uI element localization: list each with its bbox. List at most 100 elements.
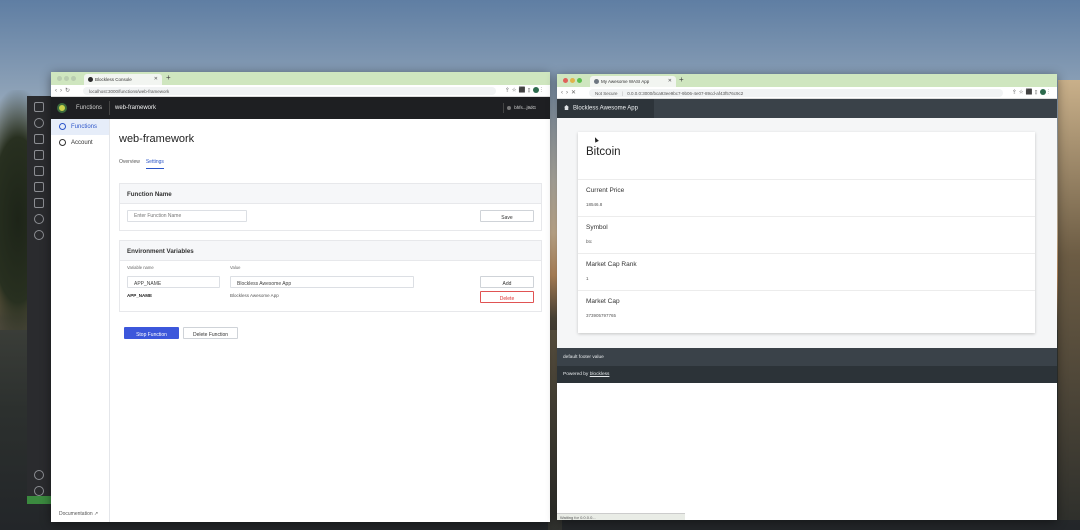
search-icon[interactable] [34,118,44,128]
browser-toolbar: ‹›↻ localhost:3000/functions/web-framewo… [51,85,550,97]
env-row-name: APP_NAME [127,293,153,298]
app-footer: default footer value [557,348,1057,366]
tab-overview[interactable]: Overview [119,159,140,168]
functions-icon [59,123,66,130]
page-title: web-framework [119,133,195,145]
browser-tab[interactable]: My Awesome WASI App ✕ [590,76,676,87]
stop-function-button[interactable]: Stop Function [124,327,179,339]
sidebar-item-label: Functions [71,124,98,130]
blockless-favicon-icon [88,77,93,82]
accounts-icon[interactable] [34,470,44,480]
list-item: Market Cap Rank 1 [578,253,1035,290]
app-brand[interactable]: Blockless Awesome App [557,99,654,118]
minimize-window-icon[interactable] [64,76,69,81]
remote-explorer-icon[interactable] [34,166,44,176]
account-icon [59,139,66,146]
delete-variable-button[interactable]: Delete [480,291,534,303]
coin-heading: Bitcoin [586,146,621,158]
window-controls [57,76,78,82]
background-sunset-edge [1058,80,1080,520]
sidebar-item-account[interactable]: Account [51,135,109,151]
app-navbar: Blockless Awesome App [557,99,1057,118]
browser-status-bar: Waiting for 0.0.0.0... [557,513,685,520]
vscode-activity-bar [27,96,51,504]
browser-extension-icons[interactable]: ⇪☆⬛▯ ⋮ [505,87,546,93]
address-url: localhost:3000/functions/web-framework [89,89,170,94]
zoom-window-icon[interactable] [577,78,582,83]
address-separator: | [621,91,623,96]
close-tab-icon[interactable]: ✕ [154,76,158,82]
browser-tab[interactable]: Blockless Console ✕ [84,74,162,85]
browser-tab-title: My Awesome WASI App [601,79,650,84]
vscode-status-bar [27,496,51,504]
mongodb-icon[interactable] [34,214,44,224]
function-name-input[interactable] [127,210,247,222]
header-nav-functions[interactable]: Functions [76,105,102,111]
sidebar-item-functions[interactable]: Functions [51,119,109,135]
browser-window-console: Blockless Console ✕ + ‹›↻ localhost:3000… [51,72,550,522]
sidebar-item-label: Account [71,140,93,146]
header-nav-project[interactable]: web-framework [115,105,156,111]
field-value: btc [586,239,593,244]
environment-variables-heading: Environment Variables [120,241,541,261]
blockless-logo-icon[interactable] [57,103,67,113]
header-divider [109,101,110,115]
new-tab-icon[interactable]: + [166,73,171,82]
field-label: Current Price [586,187,625,194]
user-wallet-button[interactable]: bhfs...j9dG [503,103,542,113]
close-window-icon[interactable] [563,78,568,83]
field-label: Market Cap [586,298,620,305]
variable-name-input[interactable]: APP_NAME [127,276,220,288]
variable-value-input[interactable]: Blockless Awesome App [230,276,414,288]
value-label: Value [230,265,241,270]
window-controls [563,78,584,84]
address-bar[interactable]: Not Secure | 0.0.0.0:3000/bca93ee9bc7-9b… [589,89,1003,97]
browser-extension-icons[interactable]: ⇪☆⬛▯ ⋮ [1012,89,1053,95]
console-sidebar: Functions Account Documentation ↗ [51,119,110,522]
list-item: Market Cap 373905797765 [578,290,1035,327]
zoom-window-icon[interactable] [71,76,76,81]
powered-by-text: Powered by [563,372,589,377]
console-header: Functions web-framework bhfs...j9dG [51,97,550,119]
function-name-heading: Function Name [120,184,541,204]
field-value: 18546.8 [586,202,603,207]
profile-avatar[interactable] [1039,89,1046,95]
blockless-link[interactable]: blockless [590,372,610,377]
add-variable-button[interactable]: Add [480,276,534,288]
navigation-icons[interactable]: ‹›✕ [561,89,579,96]
settings-sync-icon[interactable] [34,230,44,240]
close-window-icon[interactable] [57,76,62,81]
list-item: Current Price 18546.8 [578,179,1035,216]
save-button[interactable]: Save [480,210,534,222]
app-powered-by: Powered by blockless [557,366,1057,383]
docker-icon[interactable] [34,198,44,208]
browser-toolbar: ‹›✕ Not Secure | 0.0.0.0:3000/bca93ee9bc… [557,87,1057,99]
navigation-icons[interactable]: ‹›↻ [55,87,73,94]
not-secure-indicator[interactable]: Not Secure [595,91,618,96]
field-label: Market Cap Rank [586,261,637,268]
list-item: Symbol btc [578,216,1035,253]
source-control-icon[interactable] [34,134,44,144]
manage-gear-icon[interactable] [34,486,44,496]
run-debug-icon[interactable] [34,150,44,160]
extensions-icon[interactable] [34,182,44,192]
documentation-link[interactable]: Documentation ↗ [59,511,98,517]
app-content: Bitcoin Current Price 18546.8 Symbol btc… [557,118,1057,348]
explorer-icon[interactable] [34,102,44,112]
browser-tab-bar: My Awesome WASI App ✕ + [557,74,1057,87]
page-tabs: Overview Settings [119,159,170,169]
minimize-window-icon[interactable] [570,78,575,83]
field-label: Symbol [586,224,608,231]
globe-favicon-icon [594,79,599,84]
env-row-value: Blockless Awesome App [230,293,279,298]
home-icon [564,105,569,110]
address-bar[interactable]: localhost:3000/functions/web-framework [83,87,496,95]
tab-settings[interactable]: Settings [145,159,164,169]
browser-window-app: My Awesome WASI App ✕ + ‹›✕ Not Secure |… [557,74,1057,520]
delete-function-button[interactable]: Delete Function [183,327,238,339]
variable-name-label: Variable name [127,265,154,270]
mouse-cursor-icon [593,136,599,143]
new-tab-icon[interactable]: + [679,75,684,84]
close-tab-icon[interactable]: ✕ [668,78,672,84]
profile-avatar[interactable] [532,87,539,93]
